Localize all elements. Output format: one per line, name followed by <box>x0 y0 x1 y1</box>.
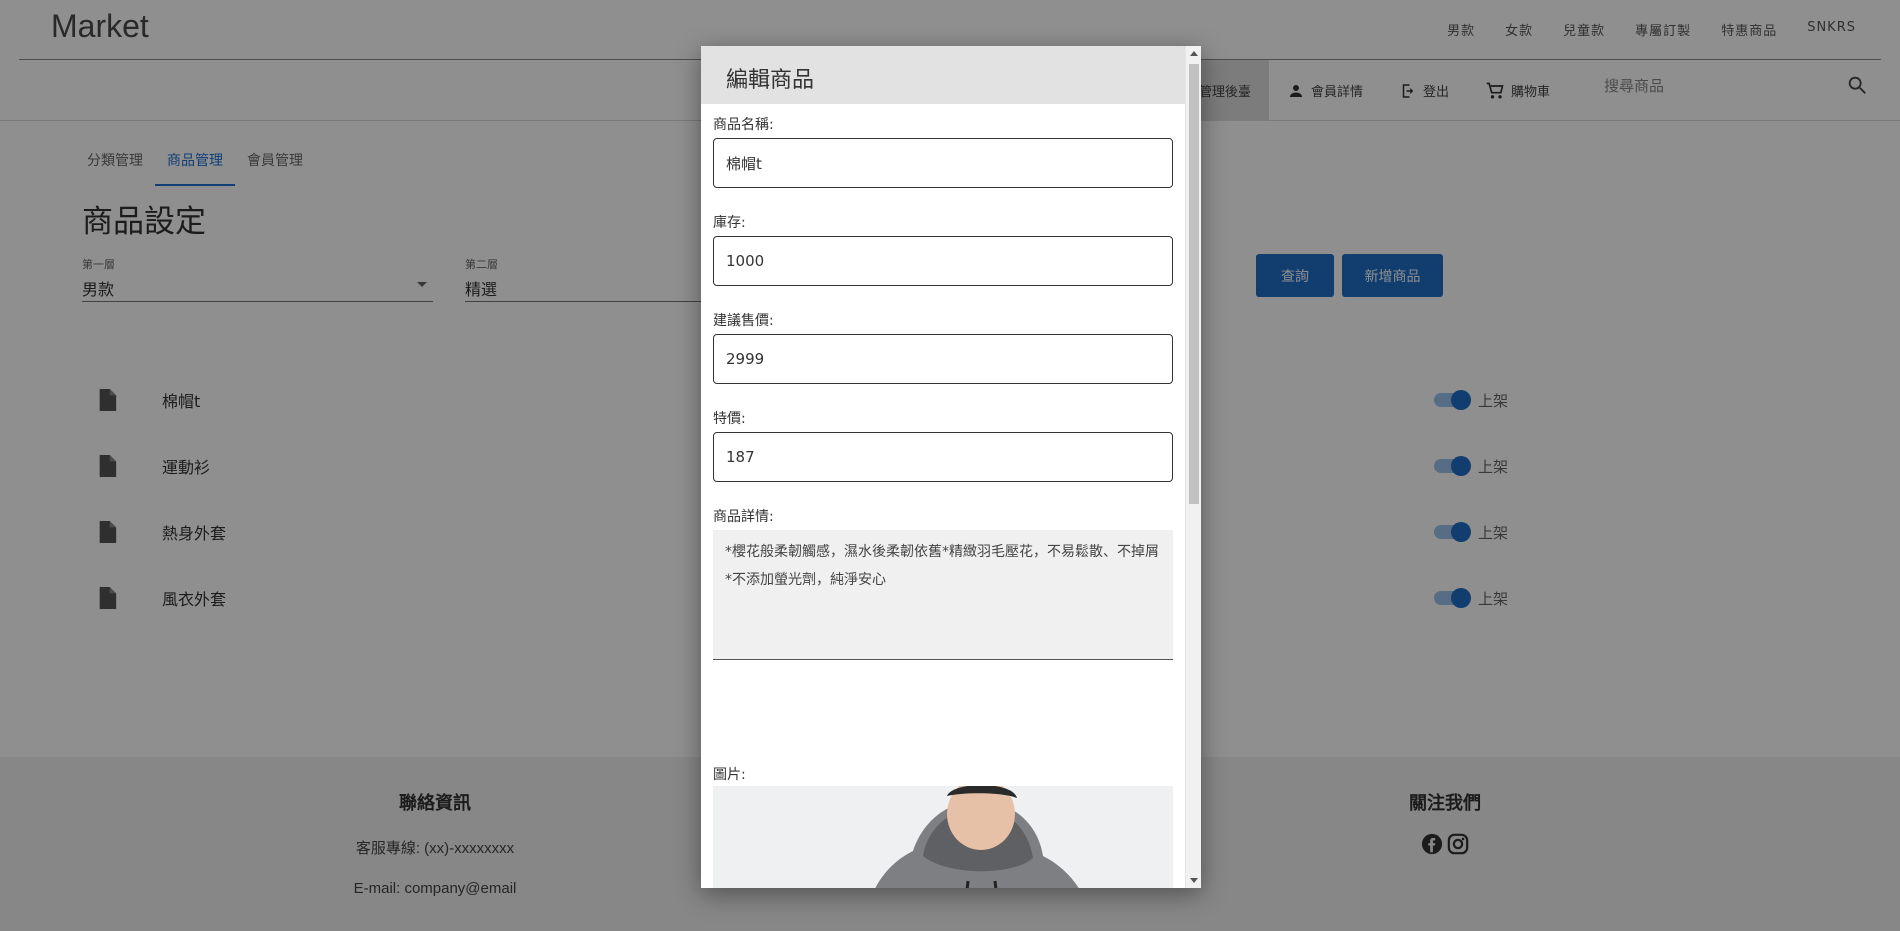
name-label: 商品名稱: <box>713 117 774 133</box>
product-image <box>713 786 1173 888</box>
special-price-field[interactable] <box>713 432 1173 482</box>
stock-field[interactable] <box>713 236 1173 286</box>
scroll-up-icon[interactable] <box>1190 51 1198 56</box>
price-field[interactable] <box>713 334 1173 384</box>
image-label: 圖片: <box>713 767 746 783</box>
stock-label: 庫存: <box>713 215 746 231</box>
special-price-label: 特價: <box>713 411 746 427</box>
price-label: 建議售價: <box>713 313 774 329</box>
name-field[interactable] <box>713 138 1173 188</box>
dialog-header: 編輯商品 <box>701 46 1185 104</box>
dialog-title: 編輯商品 <box>726 68 815 93</box>
scroll-thumb[interactable] <box>1189 64 1199 504</box>
edit-product-dialog: 編輯商品 商品名稱: 庫存: 建議售價: 特價: 商品詳情: *櫻花般柔韌觸感，… <box>701 46 1201 888</box>
dialog-scrollbar[interactable] <box>1185 46 1201 888</box>
detail-label: 商品詳情: <box>713 509 774 525</box>
hoodie-model-image <box>713 786 1173 888</box>
detail-textarea[interactable]: *櫻花般柔韌觸感，濕水後柔韌依舊*精緻羽毛壓花，不易鬆散、不掉屑*不添加螢光劑，… <box>713 530 1173 660</box>
scroll-down-icon[interactable] <box>1190 878 1198 883</box>
